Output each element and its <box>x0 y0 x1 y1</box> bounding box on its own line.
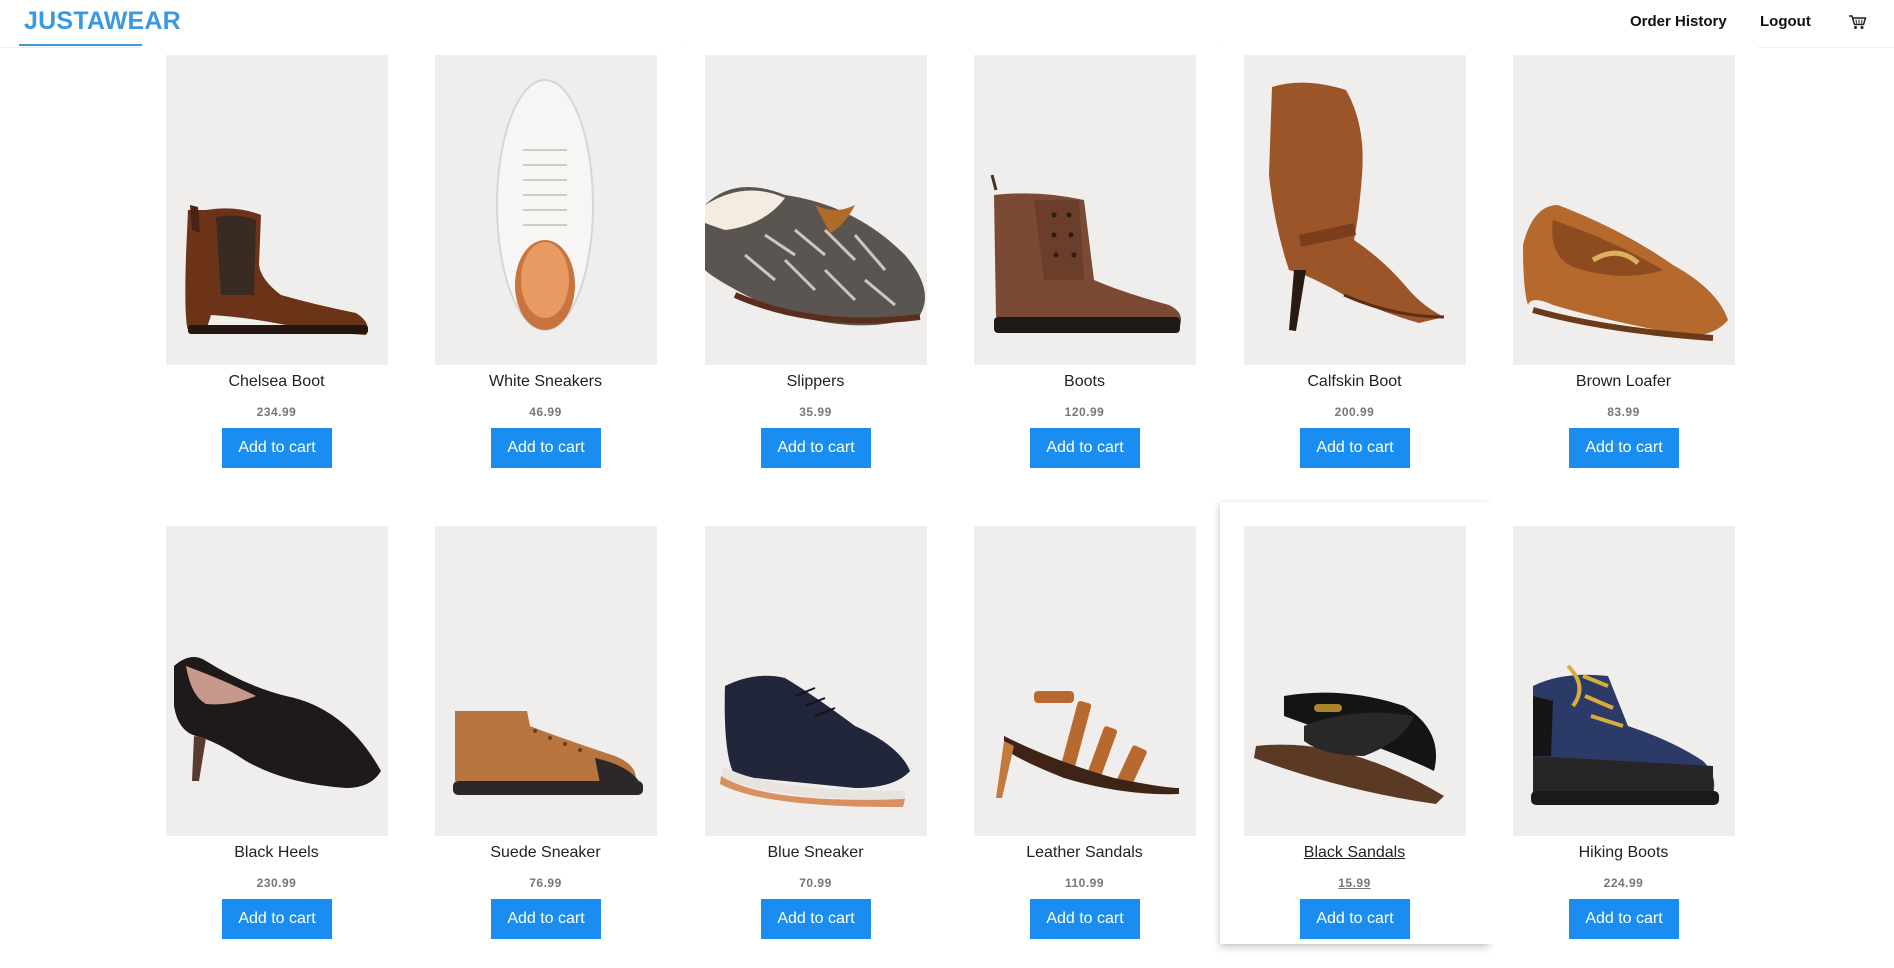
product-card[interactable]: Slippers 35.99 Add to cart <box>681 31 950 473</box>
add-to-cart-button[interactable]: Add to cart <box>491 899 601 939</box>
product-card[interactable]: Chelsea Boot 234.99 Add to cart <box>142 31 411 473</box>
product-card-hovered[interactable]: Black Sandals 15.99 Add to cart <box>1220 502 1489 944</box>
product-price: 15.99 <box>1338 876 1371 890</box>
product-price: 70.99 <box>799 876 832 890</box>
product-name[interactable]: Blue Sneaker <box>681 844 950 862</box>
product-price: 200.99 <box>1334 405 1375 419</box>
product-name[interactable]: Black Heels <box>142 844 411 862</box>
product-card[interactable]: Calfskin Boot 200.99 Add to cart <box>1220 31 1489 473</box>
add-to-cart-button[interactable]: Add to cart <box>1569 428 1679 468</box>
product-price: 234.99 <box>256 405 297 419</box>
product-name[interactable]: Slippers <box>681 373 950 391</box>
product-card[interactable]: Leather Sandals 110.99 Add to cart <box>950 502 1219 944</box>
product-name[interactable]: Calfskin Boot <box>1220 373 1489 391</box>
suede-sneaker-image[interactable] <box>435 526 657 836</box>
add-to-cart-button[interactable]: Add to cart <box>1030 428 1140 468</box>
product-price: 120.99 <box>1064 405 1105 419</box>
product-card[interactable]: Black Heels 230.99 Add to cart <box>142 502 411 944</box>
hiking-boot-image[interactable] <box>1513 526 1735 836</box>
product-name[interactable]: Black Sandals <box>1220 844 1489 862</box>
product-grid: Chelsea Boot 234.99 Add to cart White Sn… <box>0 0 1894 968</box>
product-price: 83.99 <box>1607 405 1640 419</box>
product-name[interactable]: Boots <box>950 373 1219 391</box>
add-to-cart-button[interactable]: Add to cart <box>761 899 871 939</box>
slipper-image[interactable] <box>705 55 927 365</box>
product-price: 230.99 <box>256 876 297 890</box>
product-card[interactable]: Boots 120.99 Add to cart <box>950 31 1219 473</box>
lace-up-boot-image[interactable] <box>974 55 1196 365</box>
pump-heel-image[interactable] <box>166 526 388 836</box>
add-to-cart-button[interactable]: Add to cart <box>1569 899 1679 939</box>
white-sneaker-image[interactable] <box>435 55 657 365</box>
product-price: 46.99 <box>529 405 562 419</box>
add-to-cart-button[interactable]: Add to cart <box>222 899 332 939</box>
heeled-sandal-image[interactable] <box>974 526 1196 836</box>
product-name[interactable]: Hiking Boots <box>1489 844 1758 862</box>
product-name[interactable]: Leather Sandals <box>950 844 1219 862</box>
chelsea-boot-image[interactable] <box>166 55 388 365</box>
product-card[interactable]: Brown Loafer 83.99 Add to cart <box>1489 31 1758 473</box>
product-name[interactable]: White Sneakers <box>411 373 680 391</box>
add-to-cart-button[interactable]: Add to cart <box>1300 428 1410 468</box>
product-name[interactable]: Chelsea Boot <box>142 373 411 391</box>
add-to-cart-button[interactable]: Add to cart <box>1030 899 1140 939</box>
product-price: 35.99 <box>799 405 832 419</box>
flat-sandal-image[interactable] <box>1244 526 1466 836</box>
product-card[interactable]: Suede Sneaker 76.99 Add to cart <box>411 502 680 944</box>
add-to-cart-button[interactable]: Add to cart <box>761 428 871 468</box>
product-card[interactable]: Blue Sneaker 70.99 Add to cart <box>681 502 950 944</box>
add-to-cart-button[interactable]: Add to cart <box>1300 899 1410 939</box>
loafer-image[interactable] <box>1513 55 1735 365</box>
product-card[interactable]: Hiking Boots 224.99 Add to cart <box>1489 502 1758 944</box>
product-card[interactable]: White Sneakers 46.99 Add to cart <box>411 31 680 473</box>
product-price: 110.99 <box>1064 876 1105 890</box>
heeled-boot-image[interactable] <box>1244 55 1466 365</box>
add-to-cart-button[interactable]: Add to cart <box>222 428 332 468</box>
product-price: 76.99 <box>529 876 562 890</box>
product-name[interactable]: Suede Sneaker <box>411 844 680 862</box>
add-to-cart-button[interactable]: Add to cart <box>491 428 601 468</box>
product-price: 224.99 <box>1603 876 1644 890</box>
product-name[interactable]: Brown Loafer <box>1489 373 1758 391</box>
blue-sneaker-image[interactable] <box>705 526 927 836</box>
